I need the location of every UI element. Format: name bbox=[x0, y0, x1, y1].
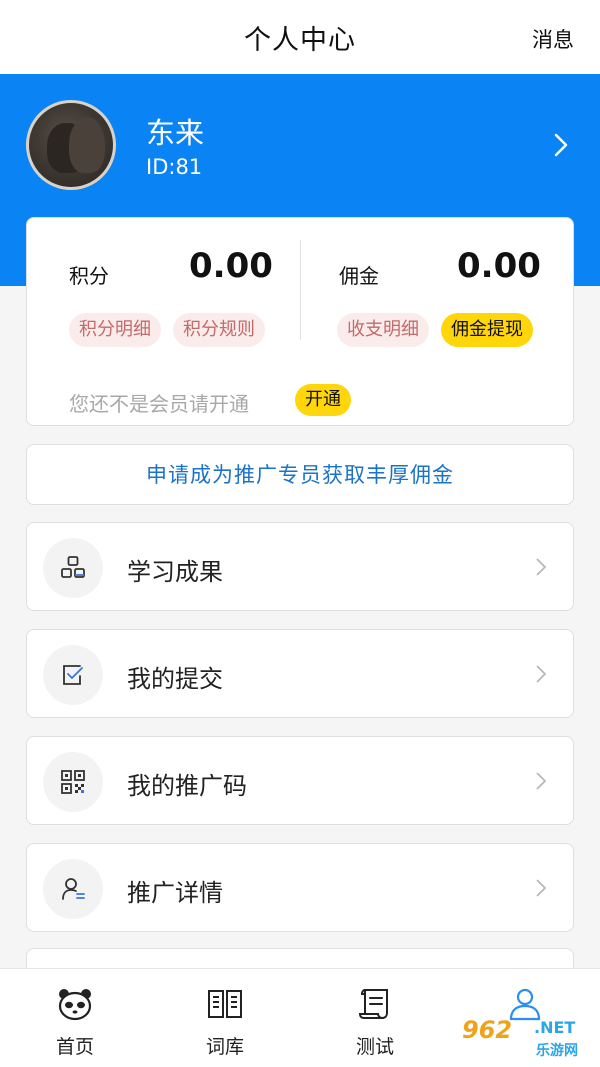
tab-test[interactable]: 测试 bbox=[300, 969, 450, 1067]
chevron-right-icon bbox=[536, 665, 547, 683]
menu-item-promo-details[interactable]: 推广详情 bbox=[26, 843, 574, 932]
watermark-logo: 962 .NET 乐游网 bbox=[462, 1014, 592, 1060]
points-label: 积分 bbox=[69, 264, 109, 288]
chevron-right-icon bbox=[536, 879, 547, 897]
watermark-text: 乐游网 bbox=[534, 1040, 580, 1060]
tab-label: 词库 bbox=[205, 1036, 244, 1058]
chevron-right-icon bbox=[536, 772, 547, 790]
tab-label: 首页 bbox=[55, 1036, 94, 1058]
commission-label: 佣金 bbox=[339, 264, 379, 288]
promoter-apply-banner[interactable]: 申请成为推广专员获取丰厚佣金 bbox=[26, 444, 574, 505]
menu-item-label: 我的提交 bbox=[127, 665, 223, 693]
activate-membership-button[interactable]: 开通 bbox=[295, 384, 351, 416]
blocks-icon bbox=[43, 538, 103, 598]
avatar-photo-shape bbox=[69, 117, 105, 173]
panda-icon bbox=[58, 989, 92, 1021]
qrcode-icon bbox=[43, 752, 103, 812]
check-square-icon bbox=[43, 645, 103, 705]
commission-value: 0.00 bbox=[457, 246, 541, 286]
menu-item-my-submissions[interactable]: 我的提交 bbox=[26, 629, 574, 718]
top-navigation-bar: 个人中心 消息 bbox=[0, 0, 600, 74]
chevron-right-icon[interactable] bbox=[550, 132, 572, 158]
withdraw-button[interactable]: 佣金提现 bbox=[441, 313, 533, 347]
user-list-icon bbox=[43, 859, 103, 919]
watermark-number: 962 bbox=[462, 1016, 513, 1044]
promoter-apply-text: 申请成为推广专员获取丰厚佣金 bbox=[146, 463, 454, 487]
menu-item-my-promo-code[interactable]: 我的推广码 bbox=[26, 736, 574, 825]
tab-vocabulary[interactable]: 词库 bbox=[150, 969, 300, 1067]
watermark-suffix: .NET bbox=[534, 1018, 576, 1037]
user-id: ID:81 bbox=[146, 155, 203, 179]
chevron-right-icon bbox=[536, 558, 547, 576]
menu-item-label: 推广详情 bbox=[127, 879, 223, 907]
book-icon bbox=[208, 990, 242, 1018]
menu-item-learning-results[interactable]: 学习成果 bbox=[26, 522, 574, 611]
user-name: 东来 bbox=[146, 116, 205, 150]
divider bbox=[300, 240, 301, 340]
menu-item-label: 我的推广码 bbox=[127, 772, 247, 800]
points-rules-button[interactable]: 积分规则 bbox=[173, 313, 265, 347]
tab-home[interactable]: 首页 bbox=[0, 969, 150, 1067]
scroll-icon bbox=[358, 989, 388, 1019]
points-value: 0.00 bbox=[189, 246, 273, 286]
menu-item-label: 学习成果 bbox=[127, 558, 223, 586]
points-detail-button[interactable]: 积分明细 bbox=[69, 313, 161, 347]
page-title: 个人中心 bbox=[244, 25, 356, 56]
member-note: 您还不是会员请开通 bbox=[69, 392, 249, 416]
messages-button[interactable]: 消息 bbox=[532, 24, 574, 54]
tab-label: 测试 bbox=[355, 1036, 394, 1058]
income-detail-button[interactable]: 收支明细 bbox=[337, 313, 429, 347]
wallet-card: 积分 0.00 佣金 0.00 积分明细 积分规则 收支明细 佣金提现 您还不是… bbox=[26, 217, 574, 426]
avatar[interactable] bbox=[26, 100, 116, 190]
